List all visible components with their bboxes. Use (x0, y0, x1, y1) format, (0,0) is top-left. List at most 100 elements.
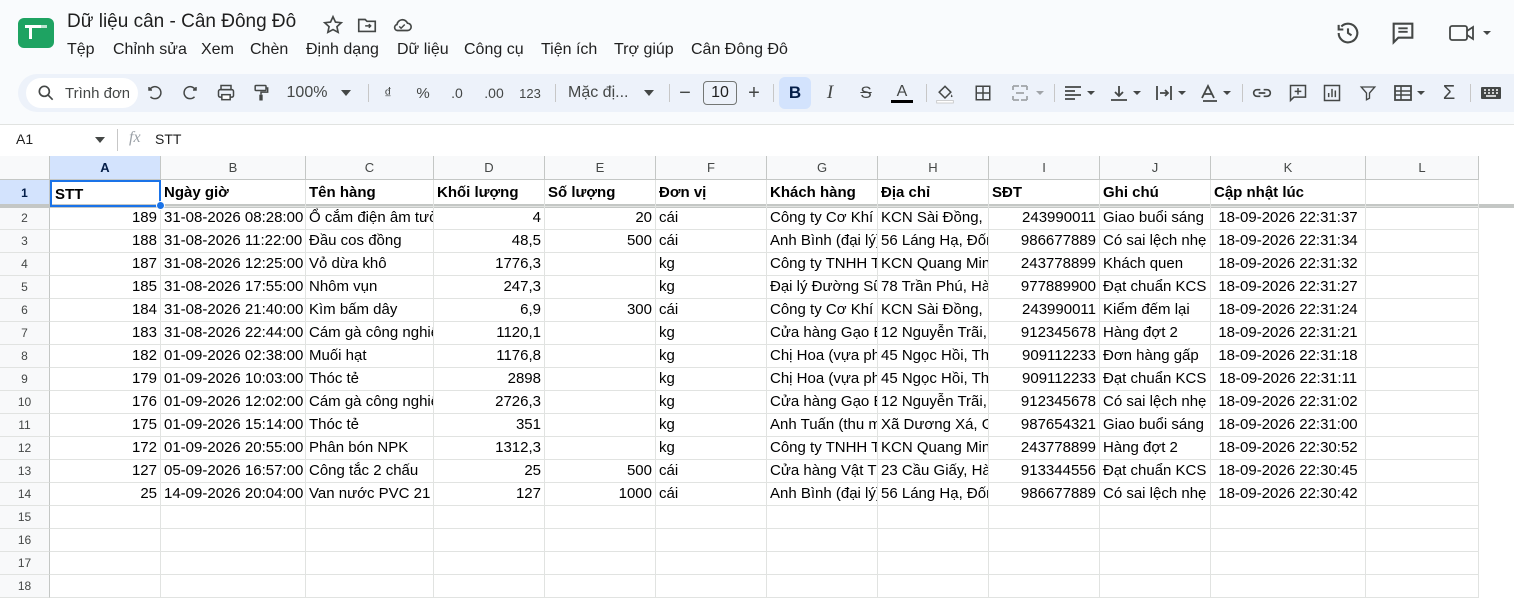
table-cell[interactable]: 4 (434, 207, 545, 230)
table-cell[interactable]: kg (656, 414, 767, 437)
table-cell[interactable]: 2898 (434, 368, 545, 391)
table-cell[interactable] (545, 414, 656, 437)
table-cell[interactable] (545, 506, 656, 529)
header-cell[interactable]: Khối lượng (434, 180, 545, 207)
table-cell[interactable] (545, 276, 656, 299)
chevron-down-icon[interactable] (95, 137, 105, 143)
header-cell[interactable]: Cập nhật lúc (1211, 180, 1366, 207)
table-cell[interactable] (989, 529, 1100, 552)
menu-extensions[interactable]: Tiện ích (541, 41, 597, 59)
table-cell[interactable]: 127 (434, 483, 545, 506)
table-cell[interactable] (1100, 552, 1211, 575)
table-cell[interactable] (1366, 253, 1479, 276)
column-header-j[interactable]: J (1100, 156, 1211, 180)
table-cell[interactable]: Giao buổi sáng (1100, 414, 1211, 437)
table-cell[interactable] (1366, 368, 1479, 391)
formula-input[interactable]: STT (155, 131, 181, 147)
table-cell[interactable] (989, 506, 1100, 529)
table-cell[interactable]: 31-08-2026 11:22:00 (161, 230, 306, 253)
row-header[interactable]: 13 (0, 460, 50, 483)
table-cell[interactable] (1366, 299, 1479, 322)
table-cell[interactable]: 01-09-2026 10:03:00 (161, 368, 306, 391)
table-cell[interactable] (434, 575, 545, 598)
italic-button[interactable]: I (818, 74, 842, 112)
table-cell[interactable] (50, 575, 161, 598)
menu-view[interactable]: Xem (201, 41, 234, 59)
table-cell[interactable]: 01-09-2026 15:14:00 (161, 414, 306, 437)
comments-icon[interactable] (1389, 19, 1417, 47)
more-formats-button[interactable]: 123 (515, 74, 545, 112)
table-cell[interactable]: 243990011 (989, 207, 1100, 230)
table-cell[interactable]: Công ty Cơ Khí Đông Anh (767, 299, 878, 322)
table-cell[interactable]: 18-09-2026 22:31:18 (1211, 345, 1366, 368)
table-cell[interactable]: Anh Bình (đại lý) (767, 230, 878, 253)
filter-views-icon[interactable] (1388, 74, 1432, 112)
table-cell[interactable]: Thóc tẻ (306, 414, 434, 437)
cloud-saved-icon[interactable] (391, 14, 413, 36)
filter-icon[interactable] (1355, 74, 1381, 112)
table-cell[interactable]: KCN Sài Đồng, Long Biên (878, 207, 989, 230)
undo-icon[interactable] (142, 74, 168, 112)
table-cell[interactable]: kg (656, 322, 767, 345)
keyboard-icon[interactable] (1478, 74, 1504, 112)
table-cell[interactable]: 986677889 (989, 483, 1100, 506)
table-cell[interactable]: Kìm bấm dây (306, 299, 434, 322)
table-cell[interactable]: 247,3 (434, 276, 545, 299)
table-cell[interactable] (545, 575, 656, 598)
table-cell[interactable] (989, 552, 1100, 575)
table-cell[interactable] (306, 575, 434, 598)
table-cell[interactable] (767, 506, 878, 529)
table-cell[interactable] (1100, 506, 1211, 529)
row-header[interactable]: 14 (0, 483, 50, 506)
table-cell[interactable]: Công ty Cơ Khí Đông Anh (767, 207, 878, 230)
column-header-l[interactable]: L (1366, 156, 1479, 180)
table-cell[interactable] (161, 575, 306, 598)
vertical-align-icon[interactable] (1106, 74, 1146, 112)
table-cell[interactable]: 987654321 (989, 414, 1100, 437)
star-icon[interactable] (322, 14, 344, 36)
table-cell[interactable] (50, 529, 161, 552)
table-cell[interactable]: 78 Trần Phú, Hà Đông (878, 276, 989, 299)
table-cell[interactable]: 909112233 (989, 368, 1100, 391)
table-cell[interactable] (878, 575, 989, 598)
table-cell[interactable] (1366, 414, 1479, 437)
table-cell[interactable]: Hàng đợt 2 (1100, 322, 1211, 345)
table-cell[interactable] (1100, 529, 1211, 552)
table-cell[interactable]: Cám gà công nghiệp (306, 322, 434, 345)
table-cell[interactable]: Chị Hoa (vựa phế liệu) (767, 368, 878, 391)
table-cell[interactable]: kg (656, 391, 767, 414)
paint-format-icon[interactable] (248, 74, 274, 112)
table-cell[interactable]: 18-09-2026 22:31:34 (1211, 230, 1366, 253)
table-cell[interactable]: KCN Quang Minh, Mê Linh (878, 437, 989, 460)
table-cell[interactable]: kg (656, 437, 767, 460)
table-cell[interactable]: Ổ cắm điện âm tường (306, 207, 434, 230)
column-header-f[interactable]: F (656, 156, 767, 180)
table-cell[interactable]: 182 (50, 345, 161, 368)
table-cell[interactable] (767, 575, 878, 598)
table-cell[interactable]: 6,9 (434, 299, 545, 322)
table-cell[interactable]: 176 (50, 391, 161, 414)
column-header-k[interactable]: K (1211, 156, 1366, 180)
redo-icon[interactable] (177, 74, 203, 112)
increase-decimal-button[interactable]: .00 (479, 74, 509, 112)
menu-file[interactable]: Tệp (67, 41, 95, 59)
table-cell[interactable] (545, 529, 656, 552)
table-cell[interactable]: Vỏ dừa khô (306, 253, 434, 276)
table-cell[interactable]: Cửa hàng Vật Tư (767, 460, 878, 483)
table-cell[interactable]: 18-09-2026 22:30:45 (1211, 460, 1366, 483)
table-cell[interactable] (545, 345, 656, 368)
column-header-b[interactable]: B (161, 156, 306, 180)
table-cell[interactable] (1366, 322, 1479, 345)
table-cell[interactable]: Khách quen (1100, 253, 1211, 276)
table-cell[interactable]: 01-09-2026 12:02:00 (161, 391, 306, 414)
table-cell[interactable] (656, 529, 767, 552)
table-cell[interactable] (989, 575, 1100, 598)
meet-icon[interactable] (1448, 19, 1494, 47)
table-cell[interactable]: Công ty TNHH Thương mại (767, 253, 878, 276)
insert-link-icon[interactable] (1249, 74, 1275, 112)
table-cell[interactable] (878, 529, 989, 552)
table-cell[interactable]: Cửa hàng Gạo Bình An (767, 322, 878, 345)
table-cell[interactable]: 01-09-2026 02:38:00 (161, 345, 306, 368)
horizontal-align-icon[interactable] (1060, 74, 1100, 112)
table-cell[interactable]: kg (656, 345, 767, 368)
